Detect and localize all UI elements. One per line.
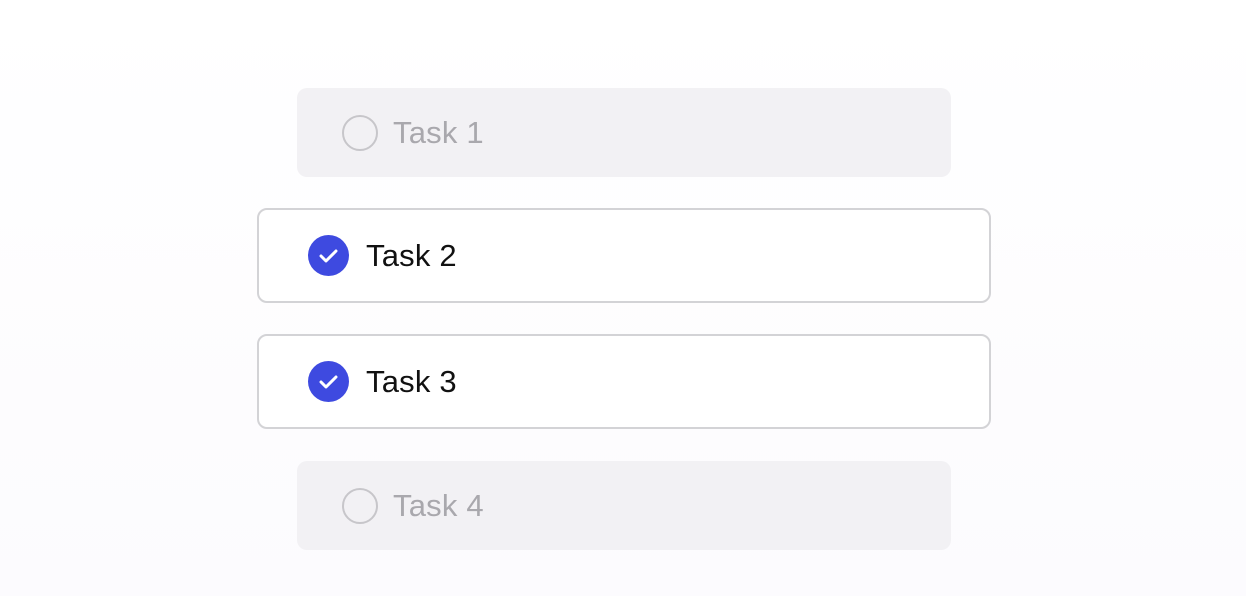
task-label: Task 2 [366, 237, 457, 273]
task-item[interactable]: Task 1 [297, 88, 951, 177]
checkmark-icon [319, 375, 338, 389]
unchecked-circle-icon[interactable] [342, 487, 378, 524]
task-label: Task 1 [393, 114, 484, 150]
task-item[interactable]: Task 2 [257, 208, 991, 303]
task-label: Task 4 [393, 487, 484, 523]
task-item[interactable]: Task 4 [297, 461, 951, 550]
task-item[interactable]: Task 3 [257, 334, 991, 429]
unchecked-circle-icon[interactable] [342, 114, 378, 151]
check-circle-icon[interactable] [308, 235, 349, 276]
task-list: Task 1 Task 2 Task 3 Task 4 [0, 0, 1246, 596]
check-circle-icon[interactable] [308, 361, 349, 402]
task-label: Task 3 [366, 363, 457, 399]
checkmark-icon [319, 249, 338, 263]
